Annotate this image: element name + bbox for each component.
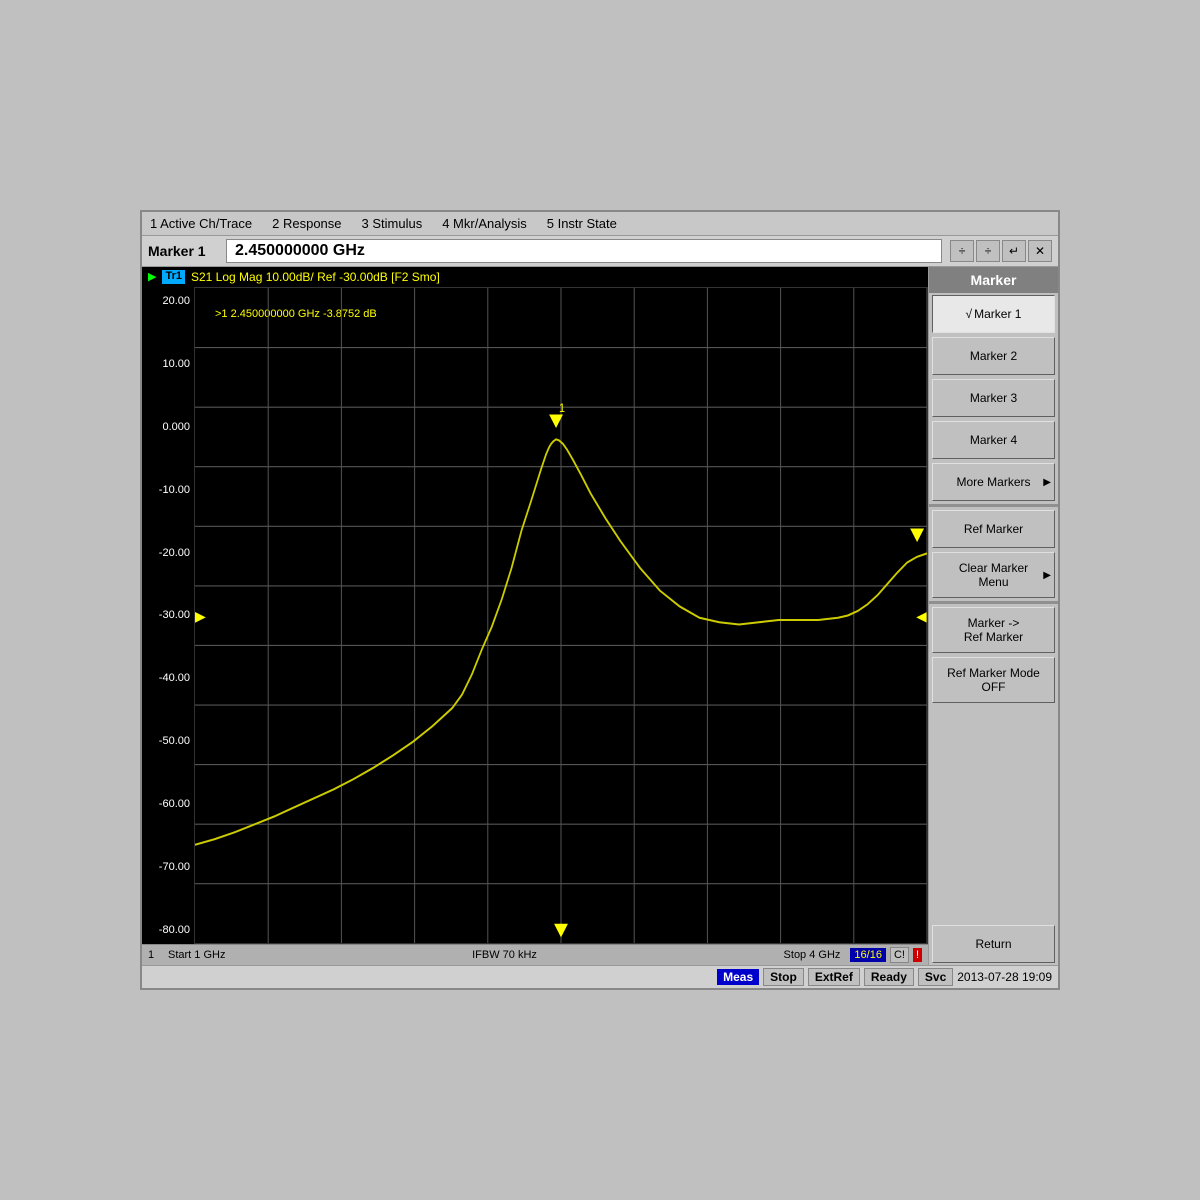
bottom-bar: 1 Start 1 GHz IFBW 70 kHz Stop 4 GHz 16/… <box>142 944 928 965</box>
page-count: 16/16 <box>850 948 886 962</box>
enter-btn[interactable]: ↵ <box>1002 240 1026 262</box>
sidebar-return-btn[interactable]: Return <box>932 925 1055 963</box>
y-label-7: -50.00 <box>146 735 190 747</box>
y-label-6: -40.00 <box>146 672 190 684</box>
y-label-9: -70.00 <box>146 861 190 873</box>
status-bar: Meas Stop ExtRef Ready Svc 2013-07-28 19… <box>142 965 1058 988</box>
sidebar-marker4-btn[interactable]: Marker 4 <box>932 421 1055 459</box>
ifbw: IFBW 70 kHz <box>229 949 779 961</box>
header-bar: Marker 1 2.450000000 GHz ÷ ÷ ↵ ✕ <box>142 236 1058 267</box>
sidebar-title: Marker <box>929 267 1058 293</box>
y-label-3: -10.00 <box>146 484 190 496</box>
status-ready: Ready <box>864 968 914 986</box>
up-down-btn[interactable]: ÷ <box>950 240 974 262</box>
status-stop: Stop <box>763 968 804 986</box>
status-meas: Meas <box>717 969 759 985</box>
sidebar: Marker Marker 1 Marker 2 Marker 3 Marker… <box>928 267 1058 965</box>
marker2-triangle <box>910 529 924 543</box>
sidebar-ref-marker-btn[interactable]: Ref Marker <box>932 510 1055 548</box>
chart-container: 20.00 10.00 0.000 -10.00 -20.00 -30.00 -… <box>142 287 928 944</box>
y-label-5: -30.00 <box>146 609 190 621</box>
left-right-btn[interactable]: ÷ <box>976 240 1000 262</box>
menu-instr-state[interactable]: 5 Instr State <box>547 216 617 231</box>
frequency-display: 2.450000000 GHz <box>226 239 942 263</box>
trace-params: S21 Log Mag 10.00dB/ Ref -30.00dB [F2 Sm… <box>191 270 440 284</box>
sidebar-marker3-btn[interactable]: Marker 3 <box>932 379 1055 417</box>
menu-stimulus[interactable]: 3 Stimulus <box>362 216 423 231</box>
y-label-10: -80.00 <box>146 924 190 936</box>
trace-id: Tr1 <box>162 270 185 284</box>
trace-header: ▶ Tr1 S21 Log Mag 10.00dB/ Ref -30.00dB … <box>142 267 928 287</box>
y-label-8: -60.00 <box>146 798 190 810</box>
sidebar-ref-marker-mode-btn[interactable]: Ref Marker Mode OFF <box>932 657 1055 703</box>
menu-mkr-analysis[interactable]: 4 Mkr/Analysis <box>442 216 527 231</box>
sidebar-clear-marker-btn[interactable]: Clear Marker Menu ▶ <box>932 552 1055 598</box>
y-label-0: 20.00 <box>146 295 190 307</box>
sidebar-sep2 <box>929 601 1058 604</box>
start-freq: Start 1 GHz <box>168 949 225 961</box>
y-label-1: 10.00 <box>146 358 190 370</box>
menu-bar: 1 Active Ch/Trace 2 Response 3 Stimulus … <box>142 212 1058 236</box>
main-area: ▶ Tr1 S21 Log Mag 10.00dB/ Ref -30.00dB … <box>142 267 1058 965</box>
plot-area: ▶ ◀ >1 2.450000000 GHz -3.8752 dB <box>194 287 928 944</box>
chart-section: ▶ Tr1 S21 Log Mag 10.00dB/ Ref -30.00dB … <box>142 267 928 965</box>
sidebar-sep1 <box>929 504 1058 507</box>
menu-active-ch[interactable]: 1 Active Ch/Trace <box>150 216 252 231</box>
sidebar-marker-to-ref-btn[interactable]: Marker -> Ref Marker <box>932 607 1055 653</box>
sidebar-marker1-btn[interactable]: Marker 1 <box>932 295 1055 333</box>
marker-label: Marker 1 <box>148 243 218 259</box>
marker1-number: 1 <box>559 402 565 416</box>
status-svc: Svc <box>918 968 953 986</box>
status-spacer <box>148 976 713 978</box>
y-axis: 20.00 10.00 0.000 -10.00 -20.00 -30.00 -… <box>142 287 194 944</box>
menu-response[interactable]: 2 Response <box>272 216 341 231</box>
instrument-frame: 1 Active Ch/Trace 2 Response 3 Stimulus … <box>140 210 1060 990</box>
status-time: 2013-07-28 19:09 <box>957 970 1052 984</box>
y-label-4: -20.00 <box>146 547 190 559</box>
channel-number: 1 <box>148 949 164 961</box>
cal-badge: C! <box>890 947 909 963</box>
bottom-marker-triangle <box>554 924 568 938</box>
stop-freq: Stop 4 GHz <box>784 949 841 961</box>
y-label-2: 0.000 <box>146 421 190 433</box>
header-controls: ÷ ÷ ↵ ✕ <box>950 240 1052 262</box>
sidebar-more-markers-btn[interactable]: More Markers ▶ <box>932 463 1055 501</box>
status-extref: ExtRef <box>808 968 860 986</box>
close-btn[interactable]: ✕ <box>1028 240 1052 262</box>
chart-svg: 1 <box>195 288 927 943</box>
sidebar-marker2-btn[interactable]: Marker 2 <box>932 337 1055 375</box>
warn-badge: ! <box>913 948 922 962</box>
